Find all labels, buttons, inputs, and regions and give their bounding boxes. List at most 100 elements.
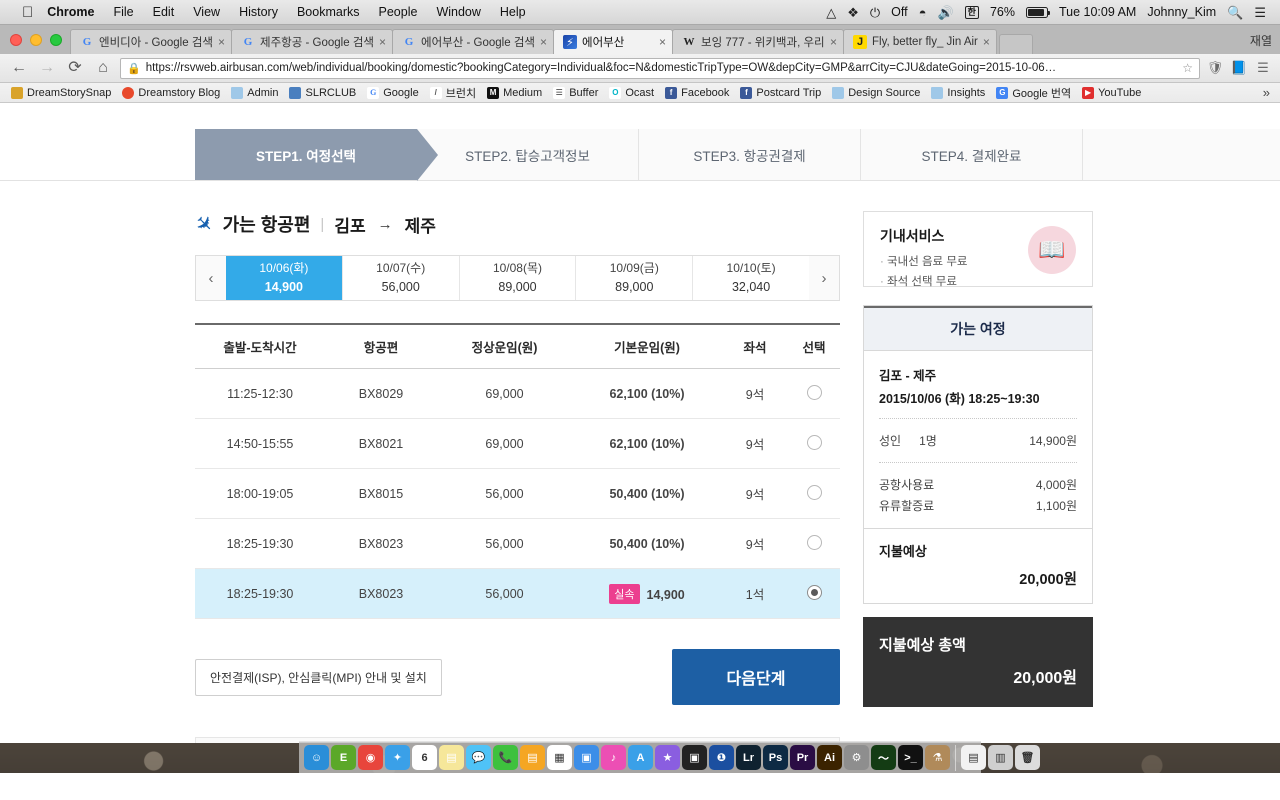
tab-close-icon[interactable]: × [830,35,837,49]
cell-select[interactable] [788,518,840,569]
menu-item-bookmarks[interactable]: Bookmarks [297,5,360,19]
bookmark-item[interactable]: Dreamstory Blog [117,86,225,100]
table-row-selected[interactable]: 18:25-19:30 BX8023 56,000 실속 14,900 1석 [195,568,840,619]
appstore-icon[interactable]: A [628,745,653,770]
cell-select[interactable] [788,468,840,519]
cell-select[interactable] [788,568,840,619]
menu-item-history[interactable]: History [239,5,278,19]
chrome-menu-icon[interactable]: ☰ [1254,60,1272,76]
evernote-icon[interactable]: 📘 [1230,60,1248,76]
step-2-passenger-info[interactable]: STEP2. 탑승고객정보 [417,129,639,180]
table-row[interactable]: 18:00-19:05 BX8015 56,000 50,400 (10%) 9… [195,468,840,519]
bookmark-item[interactable]: / 브런치 [425,84,481,102]
browser-tab-active[interactable]: ⚡ 에어부산 × [553,29,673,54]
preferences-icon[interactable]: ⚙ [844,745,869,770]
next-step-button[interactable]: 다음단계 [672,649,840,705]
evernote-icon[interactable]: E [331,745,356,770]
numbers-icon[interactable]: ▦ [547,745,572,770]
trash-icon[interactable]: 🗑 [1015,745,1040,770]
menu-item-people[interactable]: People [379,5,418,19]
date-cell[interactable]: 10/10(토) 32,040 [692,256,809,300]
back-arrow-icon[interactable]: ← [8,60,30,76]
flux-icon[interactable]: ⏻ [870,6,880,19]
bookmark-item[interactable]: M Medium [482,86,547,100]
isp-install-button[interactable]: 안전결제(ISP), 안심클릭(MPI) 안내 및 설치 [195,658,442,696]
menu-item-file[interactable]: File [113,5,133,19]
activity-monitor-icon[interactable]: 〜 [871,745,896,770]
reload-icon[interactable]: ⟳ [64,60,86,76]
search-icon[interactable]: 🔍 [1227,6,1243,19]
bookmark-item[interactable]: SLRCLUB [284,86,361,100]
volume-icon[interactable]: 🔊 [937,6,953,19]
finder-icon[interactable]: ☺ [304,745,329,770]
dropbox-icon[interactable]: ❖ [847,6,859,19]
browser-tab[interactable]: W 보잉 777 - 위키백과, 우리 모 × [672,29,844,54]
table-row[interactable]: 14:50-15:55 BX8021 69,000 62,100 (10%) 9… [195,418,840,469]
flight-radio-button[interactable] [806,484,822,500]
notes-icon[interactable]: ▤ [439,745,464,770]
apple-menu-icon[interactable]:  [22,5,33,20]
bookmarks-overflow-icon[interactable]: » [1263,85,1274,100]
flight-radio-button[interactable] [806,534,822,550]
bookmark-item[interactable]: Design Source [827,86,925,100]
forward-arrow-icon[interactable]: → [36,60,58,76]
date-cell-selected[interactable]: 10/06(화) 14,900 [226,256,342,300]
cell-select[interactable] [788,418,840,469]
wifi-icon[interactable]: ◓ [919,6,927,19]
tab-close-icon[interactable]: × [379,35,386,49]
menu-bar-clock[interactable]: Tue 10:09 AM [1059,5,1136,19]
tab-close-icon[interactable]: × [218,35,225,49]
date-cell[interactable]: 10/07(수) 56,000 [341,256,459,300]
messages-icon[interactable]: 💬 [466,745,491,770]
photoshop-icon[interactable]: Ps [763,745,788,770]
tab-close-icon[interactable]: × [540,35,547,49]
minimize-window-button[interactable] [30,33,42,46]
bookmark-item[interactable]: ▶ YouTube [1077,86,1146,100]
lightroom-icon[interactable]: Lr [736,745,761,770]
facetime-icon[interactable]: 📞 [493,745,518,770]
bookmark-item[interactable]: O Ocast [604,86,659,100]
downloads-stack-icon[interactable]: ▤ [961,745,986,770]
sketch-icon[interactable]: ★ [655,745,680,770]
maximize-window-button[interactable] [50,33,62,46]
illustrator-icon[interactable]: Ai [817,745,842,770]
menu-item-help[interactable]: Help [500,5,526,19]
date-cell[interactable]: 10/09(금) 89,000 [575,256,693,300]
input-source-icon[interactable]: 한 [964,5,979,19]
google-drive-icon[interactable]: △ [826,6,836,19]
notification-center-icon[interactable]: ☰ [1254,6,1266,19]
bookmark-item[interactable]: ☰ Buffer [548,86,603,100]
browser-tab[interactable]: G 에어부산 - Google 검색 × [392,29,554,54]
step-1-itinerary[interactable]: STEP1. 여정선택 [195,129,438,181]
cell-select[interactable] [788,368,840,419]
flask-icon[interactable]: ⚗ [925,745,950,770]
safari-icon[interactable]: ✦ [385,745,410,770]
user-name-label[interactable]: Johnny_Kim [1147,5,1216,19]
premiere-icon[interactable]: Pr [790,745,815,770]
pages-icon[interactable]: ▤ [520,745,545,770]
flight-radio-button[interactable] [806,434,822,450]
table-row[interactable]: 18:25-19:30 BX8023 56,000 50,400 (10%) 9… [195,518,840,569]
flight-radio-button-selected[interactable] [806,584,822,600]
close-window-button[interactable] [10,33,22,46]
bookmark-item[interactable]: G Google 번역 [991,84,1076,102]
bookmark-item[interactable]: DreamStorySnap [6,86,116,100]
terminal-icon[interactable]: >_ [898,745,923,770]
dayone-icon[interactable]: ❶ [709,745,734,770]
new-tab-button[interactable] [998,34,1033,54]
itunes-icon[interactable]: ♪ [601,745,626,770]
tab-close-icon[interactable]: × [659,35,666,49]
documents-stack-icon[interactable]: ▥ [988,745,1013,770]
browser-tab[interactable]: J Fly, better fly_ Jin Air × [843,29,997,54]
bookmark-item[interactable]: f Postcard Trip [735,86,826,100]
window-controls[interactable] [8,25,70,54]
date-next-button[interactable]: › [808,256,839,300]
shield-icon[interactable]: 🛡 [1206,60,1224,76]
tab-close-icon[interactable]: × [983,35,990,49]
browser-tab[interactable]: G 제주항공 - Google 검색 × [231,29,393,54]
address-bar[interactable]: 🔒 https://rsvweb.airbusan.com/web/indivi… [120,57,1200,79]
menu-item-edit[interactable]: Edit [153,5,175,19]
calendar-icon[interactable]: 6 [412,745,437,770]
home-icon[interactable]: ⌂ [92,60,114,76]
menu-item-window[interactable]: Window [436,5,480,19]
